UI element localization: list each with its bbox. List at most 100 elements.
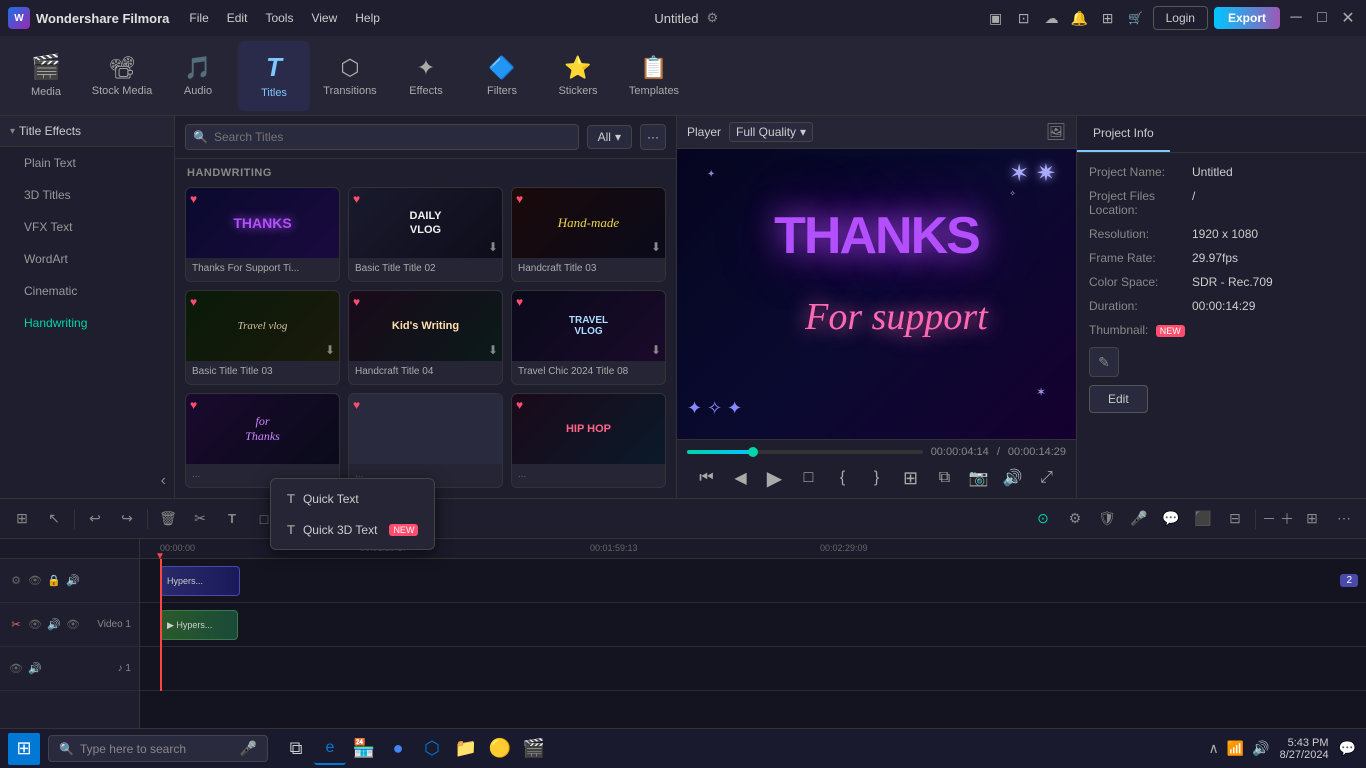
tb-icon2[interactable]: ⊡ bbox=[1013, 7, 1035, 29]
progress-track[interactable] bbox=[687, 450, 923, 454]
tl-more2[interactable]: ⋯ bbox=[1330, 505, 1358, 533]
taskbar-time[interactable]: 5:43 PM 8/27/2024 bbox=[1276, 737, 1333, 761]
search-input[interactable] bbox=[185, 124, 579, 150]
tl-speed[interactable]: ⊟ bbox=[1221, 505, 1249, 533]
tl-view-options[interactable]: ⊞ bbox=[1298, 505, 1326, 533]
filter-all-button[interactable]: All ▾ bbox=[587, 125, 632, 149]
tl-text[interactable]: T bbox=[218, 505, 246, 533]
tray-notif-icon[interactable]: 💬 bbox=[1337, 738, 1358, 759]
snapshot-btn2[interactable]: 📷 bbox=[965, 464, 993, 492]
track-eye2-icon[interactable]: 👁 bbox=[65, 617, 81, 633]
frame-back-button[interactable]: ◀ bbox=[727, 464, 755, 492]
tl-subtitle[interactable]: 💬 bbox=[1157, 505, 1185, 533]
sidebar-item-handwriting[interactable]: Handwriting bbox=[4, 308, 170, 338]
more-options-button[interactable]: ··· bbox=[640, 124, 666, 150]
track-audio-icon[interactable]: 🔊 bbox=[46, 617, 62, 633]
clip-text-1[interactable]: Hypers... bbox=[160, 566, 240, 596]
sidebar-item-wordart[interactable]: WordArt bbox=[4, 244, 170, 274]
fullscreen-button[interactable]: ⧉ bbox=[931, 464, 959, 492]
tl-split[interactable]: ✂ bbox=[186, 505, 214, 533]
tl-select[interactable]: ↖ bbox=[40, 505, 68, 533]
tl-add-track[interactable]: ⊞ bbox=[8, 505, 36, 533]
sidebar-item-vfx-text[interactable]: VFX Text bbox=[4, 212, 170, 242]
tool-stock-media[interactable]: 📽 Stock Media bbox=[86, 41, 158, 111]
taskbar-app-chrome[interactable]: ● bbox=[382, 733, 414, 765]
menu-help[interactable]: Help bbox=[347, 7, 388, 29]
tool-transitions[interactable]: ⬡ Transitions bbox=[314, 41, 386, 111]
tb-icon5[interactable]: ⊞ bbox=[1097, 7, 1119, 29]
collapse-panel-icon[interactable]: ‹ bbox=[161, 472, 166, 490]
skip-back-button[interactable]: ⏮ bbox=[693, 464, 721, 492]
snapshot-icon[interactable]: 🖼 bbox=[1046, 122, 1066, 142]
progress-thumb[interactable] bbox=[748, 447, 758, 457]
sidebar-item-plain-text[interactable]: Plain Text bbox=[4, 148, 170, 178]
title-card-8[interactable]: ♥ ... bbox=[348, 393, 503, 488]
context-quick-3d-text[interactable]: T Quick 3D Text NEW bbox=[271, 514, 434, 545]
mark-out-button[interactable]: } bbox=[863, 464, 891, 492]
tool-audio[interactable]: 🎵 Audio bbox=[162, 41, 234, 111]
tl-motion[interactable]: ⚙ bbox=[1061, 505, 1089, 533]
edit-button[interactable]: Edit bbox=[1089, 385, 1148, 413]
title-card-3[interactable]: ♥ ⬇ Hand-made Handcraft Title 03 bbox=[511, 187, 666, 282]
title-card-7[interactable]: ♥ forThanks ... bbox=[185, 393, 340, 488]
tool-effects[interactable]: ✦ Effects bbox=[390, 41, 462, 111]
sidebar-item-3d-titles[interactable]: 3D Titles bbox=[4, 180, 170, 210]
taskbar-search[interactable]: 🔍 Type here to search 🎤 bbox=[48, 735, 268, 762]
tb-icon4[interactable]: 🔔 bbox=[1069, 7, 1091, 29]
zoom-out-icon[interactable]: － bbox=[1262, 509, 1276, 529]
taskbar-app-filmora[interactable]: 🎬 bbox=[518, 733, 550, 765]
tool-media[interactable]: 🎬 Media bbox=[10, 41, 82, 111]
tray-chevron-icon[interactable]: ∧ bbox=[1207, 738, 1221, 759]
title-card-2[interactable]: ♥ ⬇ DAILYVLOG Basic Title Title 02 bbox=[348, 187, 503, 282]
zoom-in-icon[interactable]: ＋ bbox=[1280, 509, 1294, 529]
track-scissors-icon[interactable]: ✂ bbox=[8, 617, 24, 633]
track-lock-icon-2[interactable]: 🔒 bbox=[46, 573, 62, 589]
taskbar-app-chrome2[interactable]: 🟡 bbox=[484, 733, 516, 765]
play-button[interactable]: ▶ bbox=[761, 464, 789, 492]
title-card-6[interactable]: ♥ ⬇ TRAVELVLOG Travel Chic 2024 Title 08 bbox=[511, 290, 666, 385]
project-info-tab[interactable]: Project Info bbox=[1077, 116, 1170, 152]
taskbar-app-store[interactable]: 🏪 bbox=[348, 733, 380, 765]
clip-video-1[interactable]: ▶ Hypers... bbox=[160, 610, 238, 640]
menu-file[interactable]: File bbox=[181, 7, 216, 29]
tl-redo[interactable]: ↪ bbox=[113, 505, 141, 533]
tool-stickers[interactable]: ⭐ Stickers bbox=[542, 41, 614, 111]
add-to-timeline-button[interactable]: ⊞ bbox=[897, 464, 925, 492]
audio-eye-icon[interactable]: 👁 bbox=[8, 661, 24, 677]
taskbar-app-files[interactable]: 📁 bbox=[450, 733, 482, 765]
track-settings-icon-2[interactable]: ⚙ bbox=[8, 573, 24, 589]
title-card-5[interactable]: ♥ ⬇ Kid's Writing Handcraft Title 04 bbox=[348, 290, 503, 385]
track-eye-icon-1[interactable]: 👁 bbox=[27, 617, 43, 633]
tb-icon3[interactable]: ☁ bbox=[1041, 7, 1063, 29]
menu-view[interactable]: View bbox=[303, 7, 345, 29]
close-button[interactable]: ✕ bbox=[1338, 8, 1358, 28]
taskbar-app-edge2[interactable]: ⬡ bbox=[416, 733, 448, 765]
menu-edit[interactable]: Edit bbox=[219, 7, 256, 29]
tl-snap[interactable]: ⊙ bbox=[1029, 505, 1057, 533]
tl-mask[interactable]: 🛡 bbox=[1093, 505, 1121, 533]
title-card-1[interactable]: ♥ THANKS Thanks For Support Ti... bbox=[185, 187, 340, 282]
minimize-button[interactable]: ─ bbox=[1286, 8, 1306, 28]
audio-vol-icon[interactable]: 🔊 bbox=[27, 661, 43, 677]
track-eye-icon-2[interactable]: 👁 bbox=[27, 573, 43, 589]
tl-undo[interactable]: ↩ bbox=[81, 505, 109, 533]
playhead[interactable] bbox=[160, 559, 162, 691]
taskbar-app-taskview[interactable]: ⧉ bbox=[280, 733, 312, 765]
sidebar-item-cinematic[interactable]: Cinematic bbox=[4, 276, 170, 306]
tool-titles[interactable]: T Titles bbox=[238, 41, 310, 111]
tl-delete[interactable]: 🗑 bbox=[154, 505, 182, 533]
tool-filters[interactable]: 🔷 Filters bbox=[466, 41, 538, 111]
mark-in-button[interactable]: { bbox=[829, 464, 857, 492]
tray-volume-icon[interactable]: 🔊 bbox=[1250, 738, 1271, 759]
taskbar-app-edge[interactable]: e bbox=[314, 733, 346, 765]
tl-audio-rec[interactable]: 🎤 bbox=[1125, 505, 1153, 533]
export-button[interactable]: Export bbox=[1214, 7, 1280, 29]
tb-icon6[interactable]: 🛒 bbox=[1125, 7, 1147, 29]
title-card-4[interactable]: ♥ ⬇ Travel vlog Basic Title Title 03 bbox=[185, 290, 340, 385]
title-card-9[interactable]: ♥ HIP HOP ... bbox=[511, 393, 666, 488]
volume-button[interactable]: 🔊 bbox=[999, 464, 1027, 492]
track-mute-icon-2[interactable]: 🔊 bbox=[65, 573, 81, 589]
tb-icon1[interactable]: ▣ bbox=[985, 7, 1007, 29]
frame-forward-button[interactable]: □ bbox=[795, 464, 823, 492]
context-quick-text[interactable]: T Quick Text bbox=[271, 483, 434, 514]
